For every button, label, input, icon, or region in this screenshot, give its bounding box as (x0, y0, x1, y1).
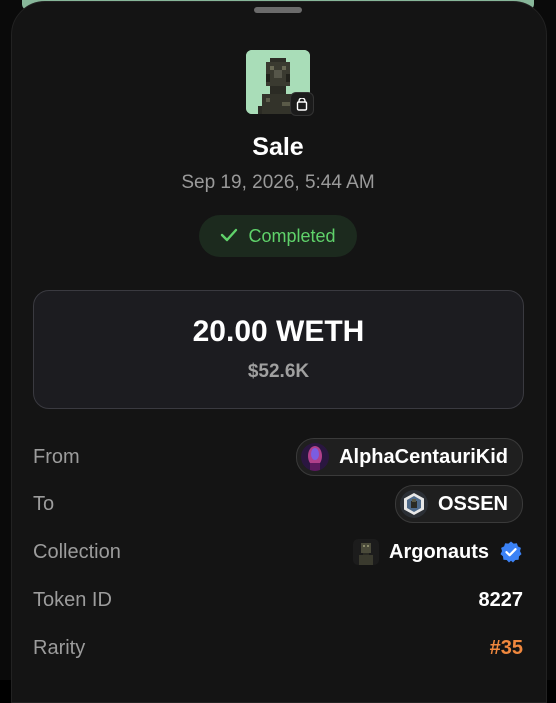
sale-date: Sep 19, 2026, 5:44 AM (181, 172, 375, 193)
nft-thumbnail[interactable] (246, 50, 314, 116)
token-id-label: Token ID (33, 588, 112, 611)
from-label: From (33, 445, 80, 468)
rarity-label: Rarity (33, 636, 86, 659)
collection-link[interactable]: Argonauts (353, 539, 523, 565)
price-usd: $52.6K (247, 361, 310, 382)
status-label: Completed (248, 225, 336, 246)
shopping-bag-icon (290, 92, 314, 116)
avatar (399, 490, 428, 518)
to-account-name: OSSEN (437, 492, 508, 515)
sheet-drag-handle[interactable] (254, 7, 302, 13)
from-account-chip[interactable]: AlphaCentauriKid (296, 438, 523, 476)
rarity-value[interactable]: #35 (490, 637, 523, 660)
price-amount: 20.00 WETH (192, 315, 365, 348)
detail-row-collection: Collection Argonauts (33, 532, 523, 572)
collection-name: Argonauts (389, 540, 489, 563)
detail-row-from: From AlphaCentauriKid (33, 437, 523, 477)
page-title: Sale (252, 133, 304, 161)
detail-row-token-id: Token ID 8227 (33, 580, 523, 620)
detail-row-to: To OSSEN (33, 484, 523, 524)
status-badge: Completed (199, 215, 357, 257)
collection-label: Collection (33, 540, 121, 563)
token-id-value: 8227 (478, 588, 524, 611)
price-card: 20.00 WETH $52.6K (33, 290, 524, 409)
detail-row-rarity: Rarity #35 (33, 628, 523, 668)
collection-thumbnail (353, 539, 379, 565)
avatar (301, 443, 330, 471)
checkmark-icon (220, 226, 238, 247)
verified-badge-icon (499, 540, 523, 564)
to-label: To (33, 492, 55, 515)
to-account-chip[interactable]: OSSEN (394, 485, 523, 523)
from-account-name: AlphaCentauriKid (339, 445, 508, 468)
